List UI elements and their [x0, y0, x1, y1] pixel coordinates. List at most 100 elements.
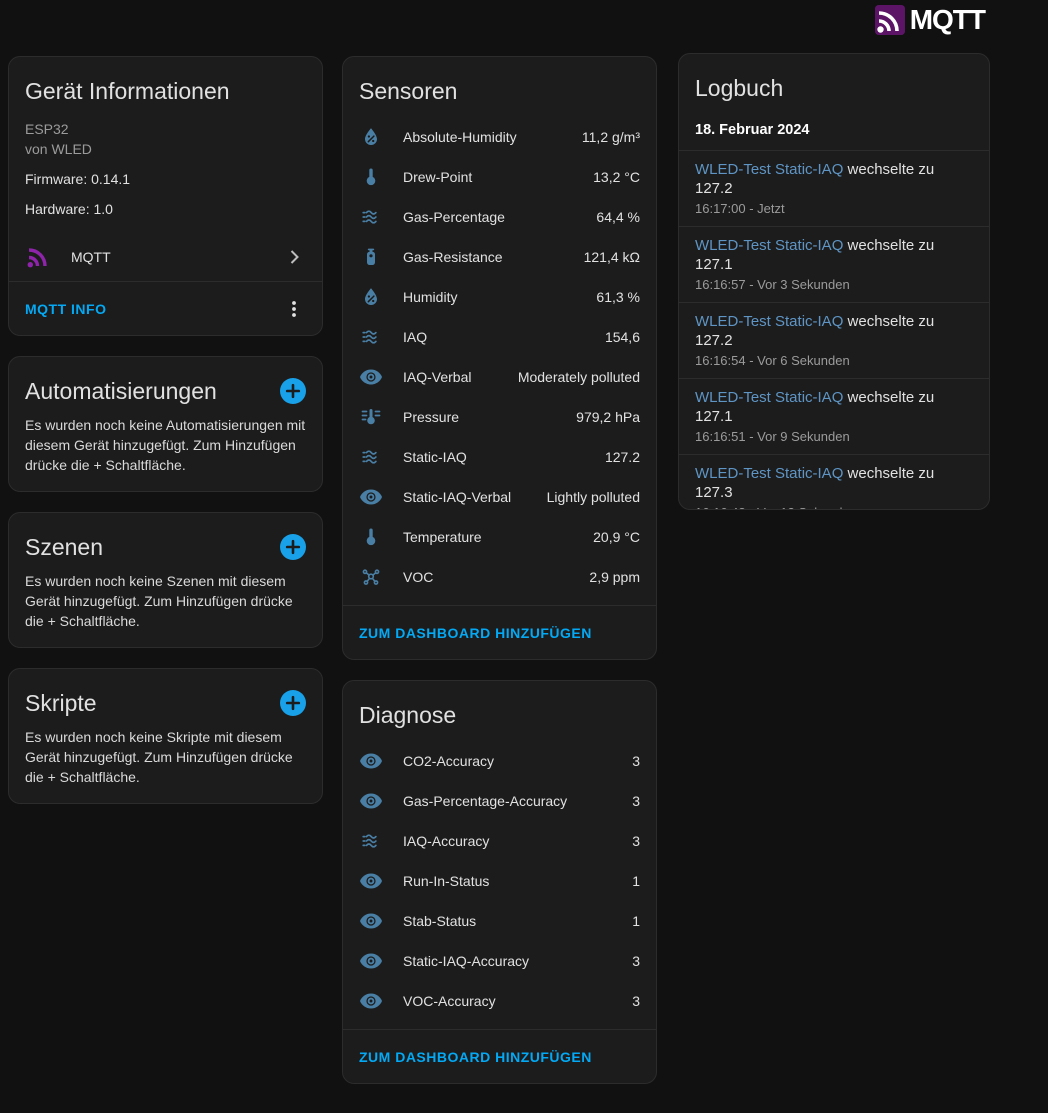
- diagnostic-value: 3: [632, 793, 640, 809]
- device-model: ESP32: [25, 121, 69, 137]
- device-info-title: Gerät Informationen: [25, 78, 230, 104]
- sensor-value: 13,2 °C: [593, 169, 640, 185]
- diagnostic-value: 3: [632, 753, 640, 769]
- diagnostic-row[interactable]: Static-IAQ-Accuracy 3: [359, 941, 640, 981]
- left-column: Gerät Informationen ESP32 von WLED Firmw…: [8, 56, 323, 804]
- logbook-entity-link[interactable]: WLED-Test Static-IAQ: [695, 465, 848, 482]
- sensor-value: 64,4 %: [596, 209, 640, 225]
- scenes-empty-text: Es wurden noch keine Szenen mit diesem G…: [25, 573, 293, 629]
- diagnostics-add-to-dashboard-button[interactable]: ZUM DASHBOARD HINZUFÜGEN: [359, 1049, 592, 1065]
- logbook-entry[interactable]: WLED-Test Static-IAQ wechselte zu 127.1 …: [679, 378, 989, 454]
- eye-icon: [359, 789, 383, 813]
- eye-icon: [359, 989, 383, 1013]
- diagnostic-row[interactable]: Stab-Status 1: [359, 901, 640, 941]
- logbook-entity-link[interactable]: WLED-Test Static-IAQ: [695, 237, 848, 254]
- sensor-rows: Absolute-Humidity 11,2 g/m³ Drew-Point 1…: [359, 117, 640, 597]
- scenes-title: Szenen: [25, 534, 104, 560]
- dots-vertical-icon[interactable]: [282, 297, 306, 321]
- integration-row-mqtt[interactable]: MQTT: [25, 233, 306, 281]
- sensor-row[interactable]: Static-IAQ-Verbal Lightly polluted: [359, 477, 640, 517]
- diagnostic-row[interactable]: VOC-Accuracy 3: [359, 981, 640, 1021]
- sensor-value: Lightly polluted: [546, 489, 640, 505]
- air-filter-icon: [359, 445, 383, 469]
- diagnostic-row[interactable]: IAQ-Accuracy 3: [359, 821, 640, 861]
- sensor-value: 121,4 kΩ: [583, 249, 640, 265]
- diagnostic-label: VOC-Accuracy: [403, 993, 496, 1009]
- add-script-button[interactable]: [280, 690, 306, 716]
- sensor-label: Static-IAQ: [403, 449, 467, 465]
- diagnostic-row[interactable]: CO2-Accuracy 3: [359, 741, 640, 781]
- logbook-entry[interactable]: WLED-Test Static-IAQ wechselte zu 127.2 …: [679, 150, 989, 226]
- air-filter-icon: [359, 205, 383, 229]
- automations-empty-text: Es wurden noch keine Automatisierungen m…: [25, 417, 306, 473]
- device-firmware: Firmware: 0.14.1: [25, 171, 131, 187]
- logbook-card: Logbuch 18. Februar 2024 WLED-Test Stati…: [678, 53, 990, 510]
- diagnostic-label: CO2-Accuracy: [403, 753, 495, 769]
- eye-icon: [359, 949, 383, 973]
- logbook-entry[interactable]: WLED-Test Static-IAQ wechselte zu 127.1 …: [679, 226, 989, 302]
- sensor-label: IAQ: [403, 329, 428, 345]
- scripts-empty-text: Es wurden noch keine Skripte mit diesem …: [25, 729, 293, 785]
- sensor-row[interactable]: Drew-Point 13,2 °C: [359, 157, 640, 197]
- logbook-entry[interactable]: WLED-Test Static-IAQ wechselte zu 127.2 …: [679, 302, 989, 378]
- diagnostic-row[interactable]: Gas-Percentage-Accuracy 3: [359, 781, 640, 821]
- molecule-icon: [359, 565, 383, 589]
- logbook-entity-link[interactable]: WLED-Test Static-IAQ: [695, 161, 848, 178]
- sensors-card: Sensoren Absolute-Humidity 11,2 g/m³ Dre…: [342, 56, 657, 660]
- diagnostic-row[interactable]: Run-In-Status 1: [359, 861, 640, 901]
- thermometer-icon: [359, 525, 383, 549]
- integration-label: MQTT: [71, 249, 111, 265]
- mqtt-integration-logo[interactable]: MQTT: [874, 4, 986, 36]
- sensor-row[interactable]: Pressure 979,2 hPa: [359, 397, 640, 437]
- sensor-row[interactable]: IAQ-Verbal Moderately polluted: [359, 357, 640, 397]
- sensor-row[interactable]: Temperature 20,9 °C: [359, 517, 640, 557]
- water-percent-icon: [359, 285, 383, 309]
- logbook-timestamp: 16:16:54 - Vor 6 Sekunden: [695, 353, 850, 368]
- logbook-timestamp: 16:16:51 - Vor 9 Sekunden: [695, 429, 850, 444]
- diagnostic-label: IAQ-Accuracy: [403, 833, 490, 849]
- thermometer-lines-icon: [359, 405, 383, 429]
- sensor-row[interactable]: Absolute-Humidity 11,2 g/m³: [359, 117, 640, 157]
- diagnostic-label: Gas-Percentage-Accuracy: [403, 793, 568, 809]
- sensor-row[interactable]: IAQ 154,6: [359, 317, 640, 357]
- automations-title: Automatisierungen: [25, 378, 217, 404]
- sensor-label: Absolute-Humidity: [403, 129, 517, 145]
- device-manufacturer: von WLED: [25, 141, 92, 157]
- mqtt-signal-icon: [25, 245, 49, 269]
- thermometer-icon: [359, 165, 383, 189]
- add-automation-button[interactable]: [280, 378, 306, 404]
- logbook-timestamp: 16:16:57 - Vor 3 Sekunden: [695, 277, 850, 292]
- sensor-row[interactable]: Static-IAQ 127.2: [359, 437, 640, 477]
- eye-icon: [359, 485, 383, 509]
- diagnostic-label: Stab-Status: [403, 913, 477, 929]
- sensor-value: 11,2 g/m³: [581, 129, 640, 145]
- logbook-entry[interactable]: WLED-Test Static-IAQ wechselte zu 127.3 …: [679, 454, 989, 509]
- sensors-title: Sensoren: [359, 78, 458, 104]
- sensor-row[interactable]: VOC 2,9 ppm: [359, 557, 640, 597]
- mqtt-info-button[interactable]: MQTT INFO: [25, 301, 107, 317]
- eye-icon: [359, 365, 383, 389]
- sensor-label: VOC: [403, 569, 434, 585]
- brand-text: MQTT: [909, 4, 986, 35]
- air-filter-icon: [359, 829, 383, 853]
- sensor-row[interactable]: Gas-Resistance 121,4 kΩ: [359, 237, 640, 277]
- logbook-entity-link[interactable]: WLED-Test Static-IAQ: [695, 313, 848, 330]
- add-scene-button[interactable]: [280, 534, 306, 560]
- scripts-title: Skripte: [25, 690, 97, 716]
- sensor-label: Pressure: [403, 409, 460, 425]
- mqtt-logo-icon: [874, 5, 905, 35]
- logbook-entries: WLED-Test Static-IAQ wechselte zu 127.2 …: [679, 150, 989, 509]
- sensor-value: 154,6: [604, 329, 640, 345]
- automations-card: Automatisierungen Es wurden noch keine A…: [8, 356, 323, 492]
- diagnostic-value: 3: [632, 993, 640, 1009]
- logbook-title: Logbuch: [695, 75, 784, 101]
- sensor-row[interactable]: Gas-Percentage 64,4 %: [359, 197, 640, 237]
- sensor-row[interactable]: Humidity 61,3 %: [359, 277, 640, 317]
- sensors-add-to-dashboard-button[interactable]: ZUM DASHBOARD HINZUFÜGEN: [359, 625, 592, 641]
- logbook-date-header: 18. Februar 2024: [695, 122, 810, 138]
- diagnostics-title: Diagnose: [359, 702, 457, 728]
- diagnostic-value: 1: [632, 873, 640, 889]
- diagnostic-rows: CO2-Accuracy 3 Gas-Percentage-Accuracy 3…: [359, 741, 640, 1021]
- sensor-value: 20,9 °C: [593, 529, 640, 545]
- logbook-entity-link[interactable]: WLED-Test Static-IAQ: [695, 389, 848, 406]
